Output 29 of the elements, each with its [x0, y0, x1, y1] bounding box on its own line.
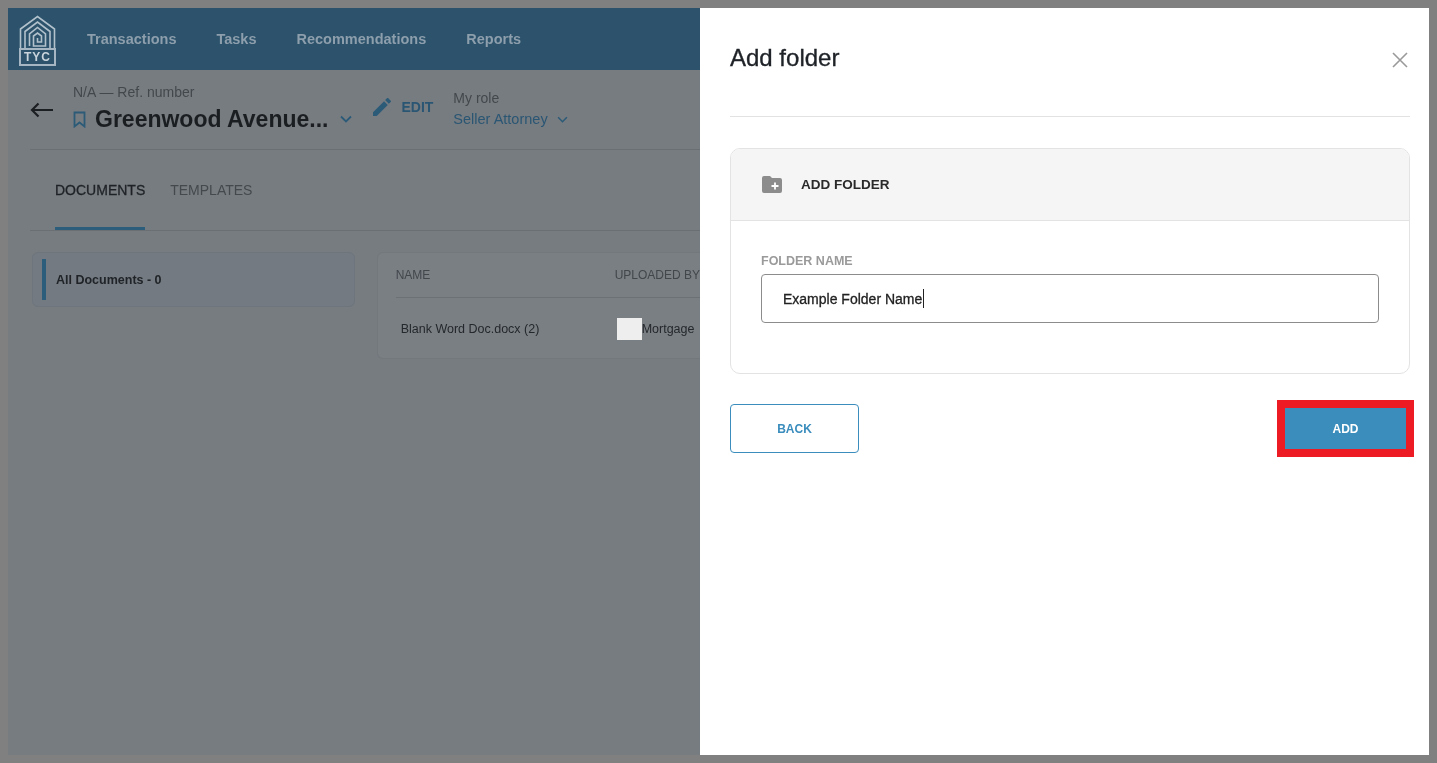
column-header: UPLOADED BY [614, 268, 700, 282]
nav-link[interactable]: Reports [466, 31, 522, 47]
pencil-icon [373, 97, 392, 116]
nav-link[interactable]: Tasks [216, 31, 257, 47]
chevron-down-icon [556, 115, 568, 123]
tab[interactable]: DOCUMENTS [55, 150, 146, 230]
house-logo-icon[interactable] [19, 14, 56, 49]
drawer-title: Add folder [730, 43, 840, 73]
logo-text: TYC [19, 47, 56, 66]
folder-plus-icon [762, 176, 782, 193]
column-header: NAME [395, 268, 432, 282]
text-cursor-icon [923, 289, 925, 308]
field-label: FOLDER NAME [761, 254, 854, 268]
folder-item[interactable]: All Documents - 0 [42, 259, 354, 300]
close-icon[interactable] [1392, 52, 1408, 68]
nav-link[interactable]: Recommendations [296, 31, 427, 47]
back-button[interactable]: BACK [730, 404, 859, 453]
uploader-name: Mortgage [641, 321, 695, 336]
folder-name-input[interactable]: Example Folder Name [761, 274, 1379, 323]
edit-button[interactable]: EDIT [373, 97, 434, 116]
role-dropdown[interactable]: Seller Attorney [453, 108, 568, 130]
table-cell-text: Blank Word Doc.docx (2) [399, 321, 541, 336]
back-arrow-icon[interactable] [30, 101, 54, 118]
transaction-title: Greenwood Avenue... [95, 105, 329, 133]
avatar-icon [616, 317, 642, 340]
bookmark-icon[interactable] [73, 110, 86, 128]
chevron-down-icon[interactable] [340, 115, 353, 123]
section-title: ADD FOLDER [801, 177, 890, 192]
nav-link[interactable]: Transactions [87, 31, 177, 47]
